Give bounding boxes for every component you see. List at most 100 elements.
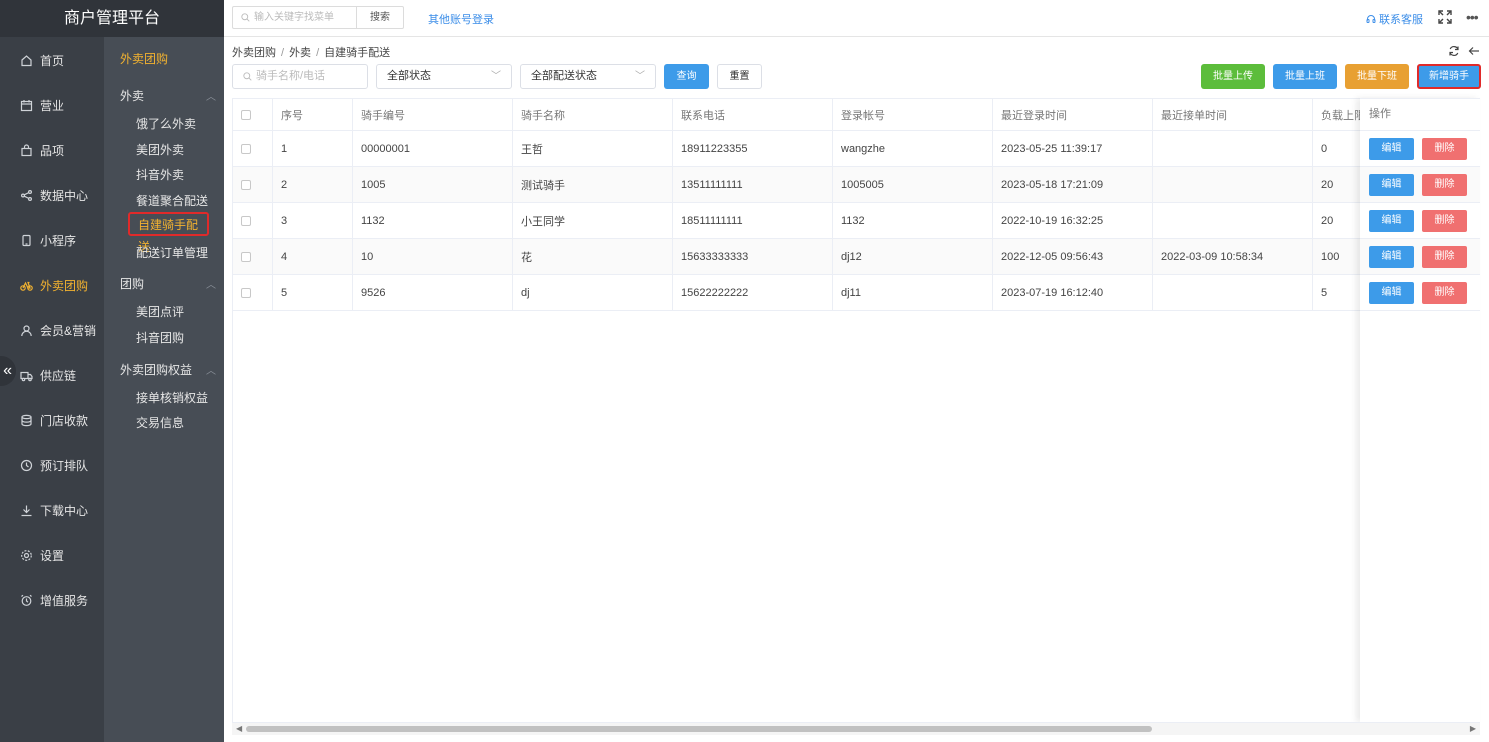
query-button[interactable]: 查询 <box>664 64 709 89</box>
sidebar-item[interactable]: 下载中心 <box>0 495 104 525</box>
download-icon <box>19 503 33 517</box>
subnav-group[interactable]: 外卖 ︿ <box>120 87 216 104</box>
sidebar-item-label: 供应链 <box>40 368 77 383</box>
sidebar-item[interactable]: 数据中心 <box>0 180 104 210</box>
scrollbar-thumb[interactable] <box>246 726 1152 732</box>
batch-upload-button[interactable]: 批量上传 <box>1201 64 1265 89</box>
contact-support-label: 联系客服 <box>1379 14 1423 26</box>
table-cell: 100 <box>1313 239 1361 274</box>
subnav-item[interactable]: 接单核销权益 <box>136 389 208 406</box>
subnav-group[interactable]: 外卖团购权益 ︿ <box>120 361 216 378</box>
clock-icon <box>19 458 33 472</box>
table-cell: 0 <box>1313 131 1361 166</box>
op-row: 编辑 删除 <box>1360 275 1480 311</box>
subnav-item[interactable]: 美团外卖 <box>136 141 184 158</box>
search-button[interactable]: 搜索 <box>357 6 404 29</box>
subnav-item[interactable]: 饿了么外卖 <box>136 115 196 132</box>
subnav-item[interactable]: 交易信息 <box>136 414 184 431</box>
truck-icon <box>19 368 33 382</box>
checkbox[interactable] <box>241 109 251 120</box>
edit-button[interactable]: 编辑 <box>1369 138 1414 160</box>
rider-search-input[interactable]: 骑手名称/电话 <box>232 64 368 89</box>
sidebar-item[interactable]: 外卖团购 <box>0 270 104 300</box>
table-cell: 1005005 <box>833 167 993 202</box>
table-row[interactable]: 4 10 花 15633333333 dj12 2022-12-05 09:56:43 20… <box>233 239 1361 275</box>
search-placeholder: 输入关键字找菜单 <box>254 12 334 23</box>
sidebar-item[interactable]: 品项 <box>0 135 104 165</box>
add-rider-button[interactable]: 新增骑手 <box>1417 64 1481 89</box>
delivery-status-select[interactable]: 全部配送状态 ﹀ <box>520 64 656 89</box>
subnav-item[interactable]: 抖音外卖 <box>136 166 184 183</box>
breadcrumb-item[interactable]: 外卖团购 <box>232 47 276 59</box>
back-arrow-icon[interactable] <box>1468 45 1480 57</box>
search-icon <box>243 72 252 81</box>
sidebar-item-label: 设置 <box>40 548 65 563</box>
sidebar-item[interactable]: 供应链 <box>0 360 104 390</box>
subnav-group[interactable]: 团购 ︿ <box>120 275 216 292</box>
checkbox[interactable] <box>241 215 251 226</box>
fullscreen-icon[interactable] <box>1438 10 1452 24</box>
table-row[interactable]: 1 00000001 王哲 18911223355 wangzhe 2023-05-25 … <box>233 131 1361 167</box>
menu-search-input[interactable]: 输入关键字找菜单 <box>232 6 357 29</box>
sidebar-item-label: 会员&营销 <box>40 323 97 338</box>
op-row: 编辑 删除 <box>1360 203 1480 239</box>
row-checkbox[interactable] <box>233 131 273 166</box>
delete-button[interactable]: 删除 <box>1422 138 1467 160</box>
row-checkbox[interactable] <box>233 99 273 130</box>
checkbox[interactable] <box>241 287 251 298</box>
delete-button[interactable]: 删除 <box>1422 246 1467 268</box>
refresh-icon[interactable] <box>1448 45 1460 57</box>
sidebar-item[interactable]: 增值服务 <box>0 585 104 615</box>
subnav-item[interactable]: 餐道聚合配送 <box>136 192 208 209</box>
subnav-item[interactable]: 抖音团购 <box>136 329 184 346</box>
edit-button[interactable]: 编辑 <box>1369 210 1414 232</box>
sidebar-item[interactable]: 首页 <box>0 45 104 75</box>
subnav-item[interactable]: 自建骑手配送 <box>128 211 209 254</box>
table-cell: 最近登录时间 <box>993 99 1153 130</box>
table-cell: 2022-03-09 10:58:34 <box>1153 239 1313 274</box>
operations-column: 操作 编辑 删除 编辑 删除 编辑 删除 编辑 删除 编辑 删除 <box>1360 98 1480 722</box>
subnav-item[interactable]: 配送订单管理 <box>136 244 208 261</box>
row-checkbox[interactable] <box>233 167 273 202</box>
edit-button[interactable]: 编辑 <box>1369 174 1414 196</box>
subnav-item[interactable]: 美团点评 <box>136 303 184 320</box>
table-row[interactable]: 3 1132 小王同学 18511111111 1132 2022-10-19 16:32… <box>233 203 1361 239</box>
checkbox[interactable] <box>241 143 251 154</box>
table-cell <box>1153 131 1313 166</box>
batch-off-duty-button[interactable]: 批量下班 <box>1345 64 1409 89</box>
edit-button[interactable]: 编辑 <box>1369 246 1414 268</box>
sidebar-item[interactable]: 预订排队 <box>0 450 104 480</box>
horizontal-scrollbar[interactable]: ◀ ▶ <box>232 722 1480 735</box>
table-cell: 登录帐号 <box>833 99 993 130</box>
status-select[interactable]: 全部状态 ﹀ <box>376 64 512 89</box>
table-cell: 2023-07-19 16:12:40 <box>993 275 1153 310</box>
contact-support-link[interactable]: 联系客服 <box>1366 11 1423 27</box>
checkbox[interactable] <box>241 251 251 262</box>
scroll-right-icon[interactable]: ▶ <box>1470 723 1476 735</box>
batch-on-duty-button[interactable]: 批量上班 <box>1273 64 1337 89</box>
table-cell: 15622222222 <box>673 275 833 310</box>
sidebar-item[interactable]: 设置 <box>0 540 104 570</box>
row-checkbox[interactable] <box>233 275 273 310</box>
table-row[interactable]: 5 9526 dj 15622222222 dj11 2023-07-19 16:12:4… <box>233 275 1361 311</box>
scroll-left-icon[interactable]: ◀ <box>236 723 242 735</box>
table-cell: 5 <box>273 275 353 310</box>
edit-button[interactable]: 编辑 <box>1369 282 1414 304</box>
reset-button[interactable]: 重置 <box>717 64 762 89</box>
breadcrumb-item[interactable]: 外卖 <box>289 47 311 59</box>
delete-button[interactable]: 删除 <box>1422 282 1467 304</box>
other-account-login-link[interactable]: 其他账号登录 <box>428 11 494 27</box>
delete-button[interactable]: 删除 <box>1422 174 1467 196</box>
more-icon[interactable]: ••• <box>1466 9 1479 25</box>
sidebar-item[interactable]: 营业 <box>0 90 104 120</box>
row-checkbox[interactable] <box>233 239 273 274</box>
op-row: 编辑 删除 <box>1360 131 1480 167</box>
table-row[interactable]: 2 1005 测试骑手 13511111111 1005005 2023-05-18 17… <box>233 167 1361 203</box>
delete-button[interactable]: 删除 <box>1422 210 1467 232</box>
headset-icon <box>1366 15 1376 23</box>
sidebar-item[interactable]: 门店收款 <box>0 405 104 435</box>
sidebar-item[interactable]: 会员&营销 <box>0 315 104 345</box>
checkbox[interactable] <box>241 179 251 190</box>
row-checkbox[interactable] <box>233 203 273 238</box>
sidebar-item[interactable]: 小程序 <box>0 225 104 255</box>
